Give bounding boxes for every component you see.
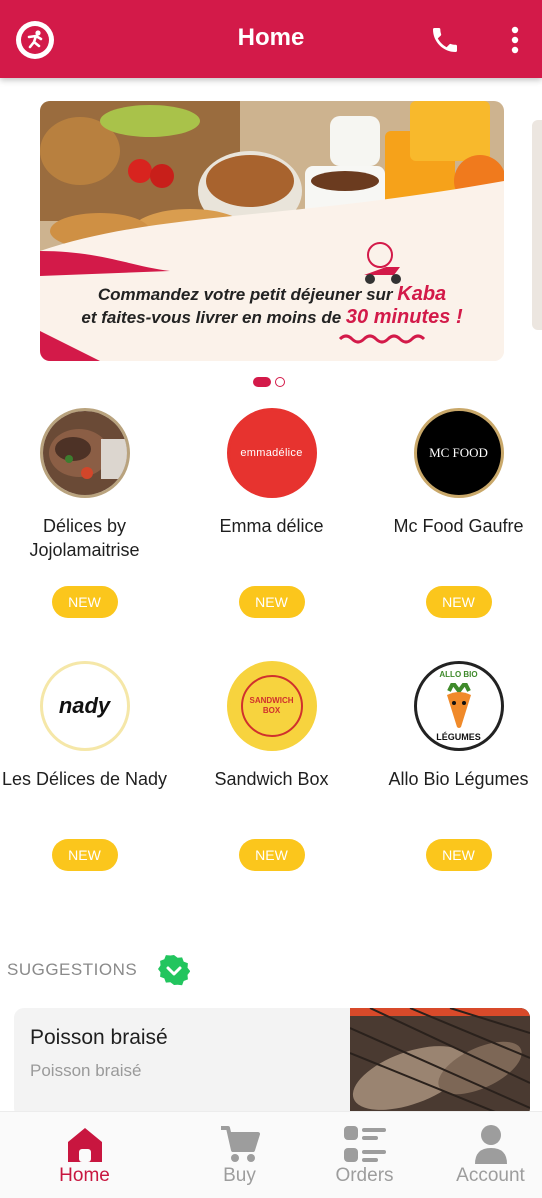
new-badge: NEW [51, 839, 118, 871]
banner-line1: Commandez votre petit déjeuner sur [97, 285, 398, 304]
nav-buy[interactable]: Buy [172, 1112, 307, 1198]
store-card[interactable]: emmadélice Emma délice NEW [181, 408, 362, 618]
new-badge: NEW [51, 586, 118, 618]
nav-home[interactable]: Home [17, 1112, 152, 1198]
new-badge: NEW [238, 839, 305, 871]
store-logo-text-bottom: LÉGUMES [436, 732, 481, 742]
home-icon [68, 1128, 102, 1162]
carousel-indicator [253, 377, 285, 387]
nav-orders[interactable]: Orders [297, 1112, 432, 1198]
banner-delivery-time: 30 minutes ! [345, 306, 463, 328]
new-badge: NEW [425, 586, 492, 618]
store-card[interactable]: ALLO BIO LÉGUMES Allo Bio Légumes NEW [368, 661, 542, 871]
store-logo: MC FOOD [413, 408, 504, 498]
suggestion-card[interactable]: Poisson braisé Poisson braisé [14, 1008, 530, 1118]
bottom-navigation: Home Buy Orders Account [0, 1111, 542, 1198]
store-logo: SANDWICH BOX [226, 661, 317, 751]
cart-icon [221, 1126, 260, 1162]
nav-orders-label: Orders [335, 1165, 394, 1186]
store-logo: emmadélice [226, 408, 317, 498]
verified-check-icon [158, 955, 191, 986]
store-name: Emma délice [219, 516, 324, 536]
grilled-fish-image [349, 1008, 530, 1118]
food-photo-icon [42, 411, 127, 495]
promo-banner[interactable]: Commandez votre petit déjeuner sur Kaba … [40, 101, 504, 361]
store-logo-text: emmadélice [240, 447, 303, 459]
phone-icon [433, 28, 457, 52]
store-card[interactable]: nady Les Délices de Nady NEW [0, 661, 175, 871]
store-name: Mc Food Gaufre [393, 516, 524, 536]
store-logo: ALLO BIO LÉGUMES [413, 661, 504, 751]
suggestion-description: Poisson braisé [30, 1061, 142, 1080]
more-options-button[interactable] [505, 24, 525, 56]
carousel-dot-active[interactable] [253, 377, 271, 387]
store-card[interactable]: MC FOOD Mc Food Gaufre NEW [368, 408, 542, 618]
more-vertical-icon [511, 26, 519, 54]
banner-brand: Kaba [397, 283, 447, 305]
next-banner-peek[interactable] [532, 120, 542, 330]
store-name: Sandwich Box [214, 769, 329, 789]
store-logo-text: MC FOOD [429, 445, 488, 460]
carousel-dot[interactable] [275, 377, 285, 387]
suggestions-heading: SUGGESTIONS [7, 960, 138, 979]
store-logo [39, 408, 130, 498]
orders-list-icon [344, 1126, 386, 1162]
app-header: Home [0, 0, 542, 78]
account-icon [475, 1125, 507, 1164]
carrot-mascot-icon [446, 683, 471, 728]
nav-home-label: Home [59, 1165, 110, 1186]
store-name: Délices by Jojolamaitrise [29, 516, 140, 560]
nav-account-label: Account [456, 1165, 525, 1186]
suggestion-name: Poisson braisé [30, 1026, 168, 1049]
call-button[interactable] [428, 24, 462, 56]
grill-photo-icon [349, 1008, 530, 1118]
store-card[interactable]: Délices by Jojolamaitrise NEW [0, 408, 175, 618]
banner-caption: Commandez votre petit déjeuner sur Kaba … [40, 283, 504, 329]
store-card[interactable]: SANDWICH BOX Sandwich Box NEW [181, 661, 362, 871]
banner-line2: et faites-vous livrer en moins de [81, 308, 346, 327]
store-logo-text: nady [58, 693, 111, 718]
store-logo-text: SANDWICH BOX [249, 696, 294, 715]
store-name: Allo Bio Légumes [388, 769, 529, 789]
new-badge: NEW [238, 586, 305, 618]
store-logo: nady [39, 661, 130, 751]
nav-account[interactable]: Account [423, 1112, 542, 1198]
nav-buy-label: Buy [223, 1165, 256, 1186]
new-badge: NEW [425, 839, 492, 871]
verified-badge [158, 954, 191, 986]
store-logo-text-top: ALLO BIO [439, 670, 478, 679]
store-name: Les Délices de Nady [1, 769, 168, 789]
